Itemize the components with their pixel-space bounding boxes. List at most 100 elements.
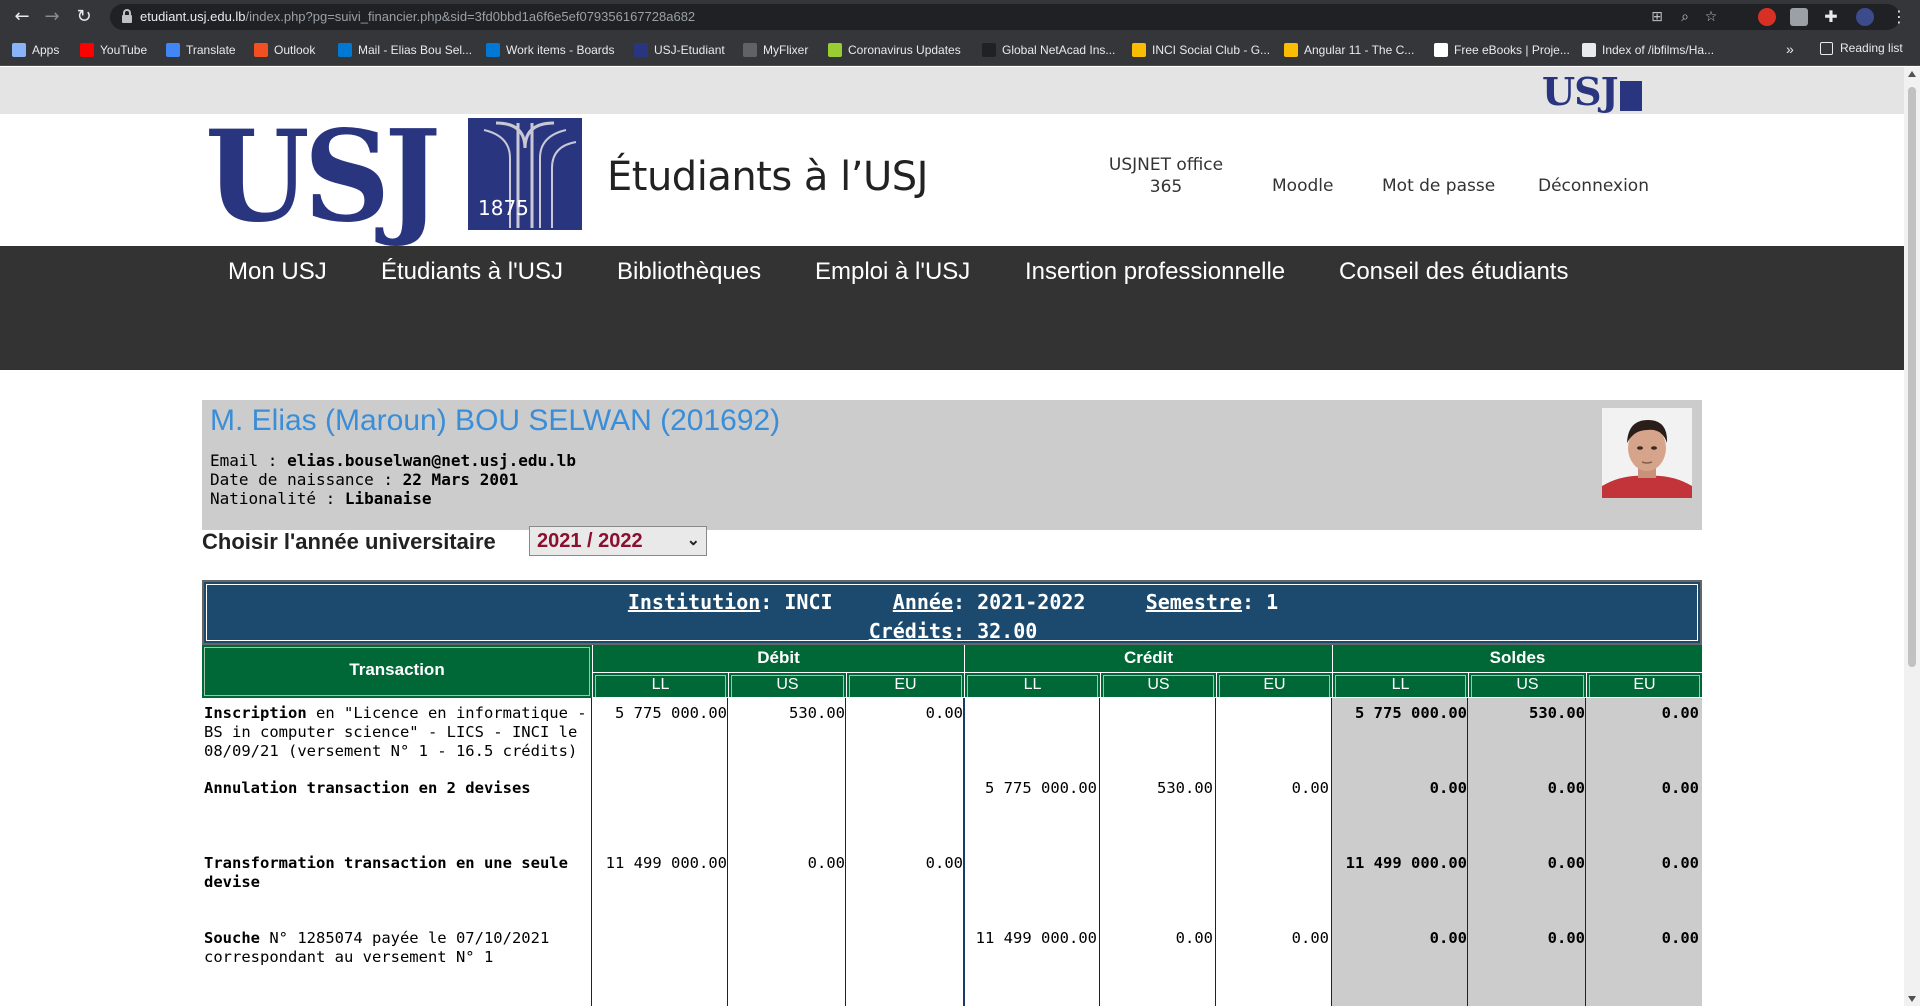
bookmarks-bar: Apps YouTube Translate Outlook Mail - El… [0, 34, 1920, 66]
col-balance-us: US [1468, 672, 1586, 697]
bookmark-apps[interactable]: Apps [12, 41, 59, 59]
student-nationality: Libanaise [344, 489, 432, 508]
bookmark-work-items[interactable]: Work items - Boards [486, 41, 614, 59]
student-card: M. Elias (Maroun) BOU SELWAN (201692) Em… [202, 400, 1702, 530]
zoom-icon[interactable]: ⌕ [1676, 8, 1694, 26]
scrollbar-thumb[interactable] [1908, 87, 1916, 667]
bookmark-coronavirus[interactable]: Coronavirus Updates [828, 41, 961, 59]
reading-list-button[interactable]: Reading list [1820, 41, 1903, 55]
row-4-credit-eu: 0.00 [1291, 929, 1329, 947]
azure-boards-icon [486, 43, 500, 57]
nav-insertion[interactable]: Insertion professionnelle [1025, 258, 1285, 286]
back-icon[interactable]: ← [10, 5, 34, 29]
bookmark-inci-social-club[interactable]: INCI Social Club - G... [1132, 41, 1270, 59]
row-1-debit-ll: 5 775 000.00 [615, 704, 727, 722]
financial-summary-header: Institution: INCI Année: 2021-2022 Semes… [202, 580, 1702, 645]
bookmark-translate[interactable]: Translate [166, 41, 236, 59]
nav-emploi[interactable]: Emploi à l'USJ [815, 258, 970, 286]
table-column-headers: Transaction Débit Crédit Soldes LL US EU… [202, 645, 1702, 698]
usj-favicon [634, 43, 648, 57]
extensions-puzzle-icon[interactable]: ✚ [1822, 8, 1840, 26]
ebook-icon [1434, 43, 1448, 57]
scroll-up-icon[interactable] [1908, 71, 1916, 77]
divider [963, 698, 965, 1006]
row-2-credit-eu: 0.00 [1291, 779, 1329, 797]
translate-icon[interactable]: ⊞ [1648, 8, 1666, 26]
row-2-credit-ll: 5 775 000.00 [985, 779, 1097, 797]
url-text[interactable]: etudiant.usj.edu.lb/index.php?pg=suivi_f… [140, 9, 695, 24]
col-credit-eu: EU [1216, 672, 1332, 697]
financial-table: Institution: INCI Année: 2021-2022 Semes… [202, 580, 1702, 1006]
col-debit-us: US [728, 672, 846, 697]
row-1-debit-us: 530.00 [789, 704, 845, 722]
year-select[interactable]: 2021 / 2022 ⌄ [529, 526, 707, 556]
page-scrollbar[interactable] [1904, 67, 1920, 1006]
balance-column-shade [1332, 698, 1702, 1006]
row-4-balance-eu: 0.00 [1661, 929, 1699, 947]
table-body: Inscription en "Licence en informatique … [202, 698, 1702, 1006]
myflixer-icon [743, 43, 757, 57]
col-header-debit: Débit [592, 645, 964, 672]
divider [1215, 698, 1216, 1006]
lock-icon[interactable] [122, 9, 132, 23]
extension-play-icon[interactable] [1790, 8, 1808, 26]
row-1-balance-ll: 5 775 000.00 [1355, 704, 1467, 722]
student-nationality-line: Nationalité : Libanaise [210, 489, 432, 508]
scroll-down-icon[interactable] [1908, 996, 1916, 1002]
extension-red-icon[interactable] [1758, 8, 1776, 26]
site-header: USJ 1875 Étudiants à l’USJ USJNET office… [0, 113, 1904, 246]
profile-avatar-icon[interactable] [1856, 8, 1874, 26]
row-3-balance-us: 0.00 [1547, 854, 1585, 872]
reload-icon[interactable]: ↻ [72, 5, 96, 29]
usj-logo-text[interactable]: USJ [205, 113, 441, 240]
row-1-balance-us: 530.00 [1529, 704, 1585, 722]
col-header-transaction: Transaction [202, 645, 592, 698]
col-debit-eu: EU [846, 672, 964, 697]
menu-kebab-icon[interactable]: ⋮ [1890, 8, 1908, 26]
nav-bibliotheques[interactable]: Bibliothèques [617, 258, 761, 286]
row-1-debit-eu: 0.00 [925, 704, 963, 722]
divider [727, 698, 728, 1006]
row-3-debit-eu: 0.00 [925, 854, 963, 872]
forward-icon[interactable]: → [40, 5, 64, 29]
globe-icon [1582, 43, 1596, 57]
bookmark-index-ibfilms[interactable]: Index of /ibfilms/Ha... [1582, 41, 1714, 59]
moodle-link[interactable]: Moodle [1272, 176, 1333, 196]
logout-link[interactable]: Déconnexion [1538, 176, 1649, 196]
usj-mini-logo[interactable]: USJ [1542, 69, 1642, 114]
address-bar[interactable]: etudiant.usj.edu.lb/index.php?pg=suivi_f… [110, 4, 1900, 30]
row-4-balance-ll: 0.00 [1429, 929, 1467, 947]
financial-summary-line2: Crédits: 32.00 [868, 619, 1038, 643]
nav-etudiants[interactable]: Étudiants à l'USJ [381, 258, 563, 286]
bookmark-outlook[interactable]: Outlook [254, 41, 315, 59]
col-header-credit: Crédit [964, 645, 1332, 672]
coronavirus-icon [828, 43, 842, 57]
row-3-debit-ll: 11 499 000.00 [605, 854, 727, 872]
web-page: USJ USJ 1875 Étudiants à l’USJ USJNET of… [0, 67, 1904, 1006]
bookmark-youtube[interactable]: YouTube [80, 41, 147, 59]
bookmark-mail[interactable]: Mail - Elias Bou Sel... [338, 41, 472, 59]
row-3-balance-ll: 11 499 000.00 [1345, 854, 1467, 872]
bookmark-netacad[interactable]: Global NetAcad Ins... [982, 41, 1115, 59]
row-2-balance-eu: 0.00 [1661, 779, 1699, 797]
bookmarks-overflow-button[interactable]: » [1786, 41, 1794, 57]
table-row-4-description: Souche N° 1285074 payée le 07/10/2021 co… [204, 929, 550, 966]
divider [1099, 698, 1100, 1006]
bookmark-angular[interactable]: Angular 11 - The C... [1284, 41, 1414, 59]
bookmark-usj-etudiant[interactable]: USJ-Etudiant [634, 41, 725, 59]
row-2-balance-us: 0.00 [1547, 779, 1585, 797]
usjnet-office-link[interactable]: USJNET office 365 [1100, 154, 1232, 198]
bookmark-myflixer[interactable]: MyFlixer [743, 41, 808, 59]
bookmark-star-icon[interactable]: ☆ [1702, 8, 1720, 26]
password-link[interactable]: Mot de passe [1382, 176, 1495, 196]
main-navigation: Mon USJ Étudiants à l'USJ Bibliothèques … [0, 246, 1904, 370]
nav-conseil[interactable]: Conseil des étudiants [1339, 258, 1568, 286]
table-row-1-description: Inscription en "Licence en informatique … [204, 704, 587, 760]
bookmark-free-ebooks[interactable]: Free eBooks | Proje... [1434, 41, 1570, 59]
chevron-down-icon: ⌄ [686, 532, 700, 549]
nav-mon-usj[interactable]: Mon USJ [228, 258, 327, 286]
usj-emblem-logo[interactable]: 1875 [468, 118, 582, 230]
year-select-label: Choisir l'année universitaire [202, 529, 496, 554]
mail-icon [338, 43, 352, 57]
student-photo [1602, 408, 1692, 498]
